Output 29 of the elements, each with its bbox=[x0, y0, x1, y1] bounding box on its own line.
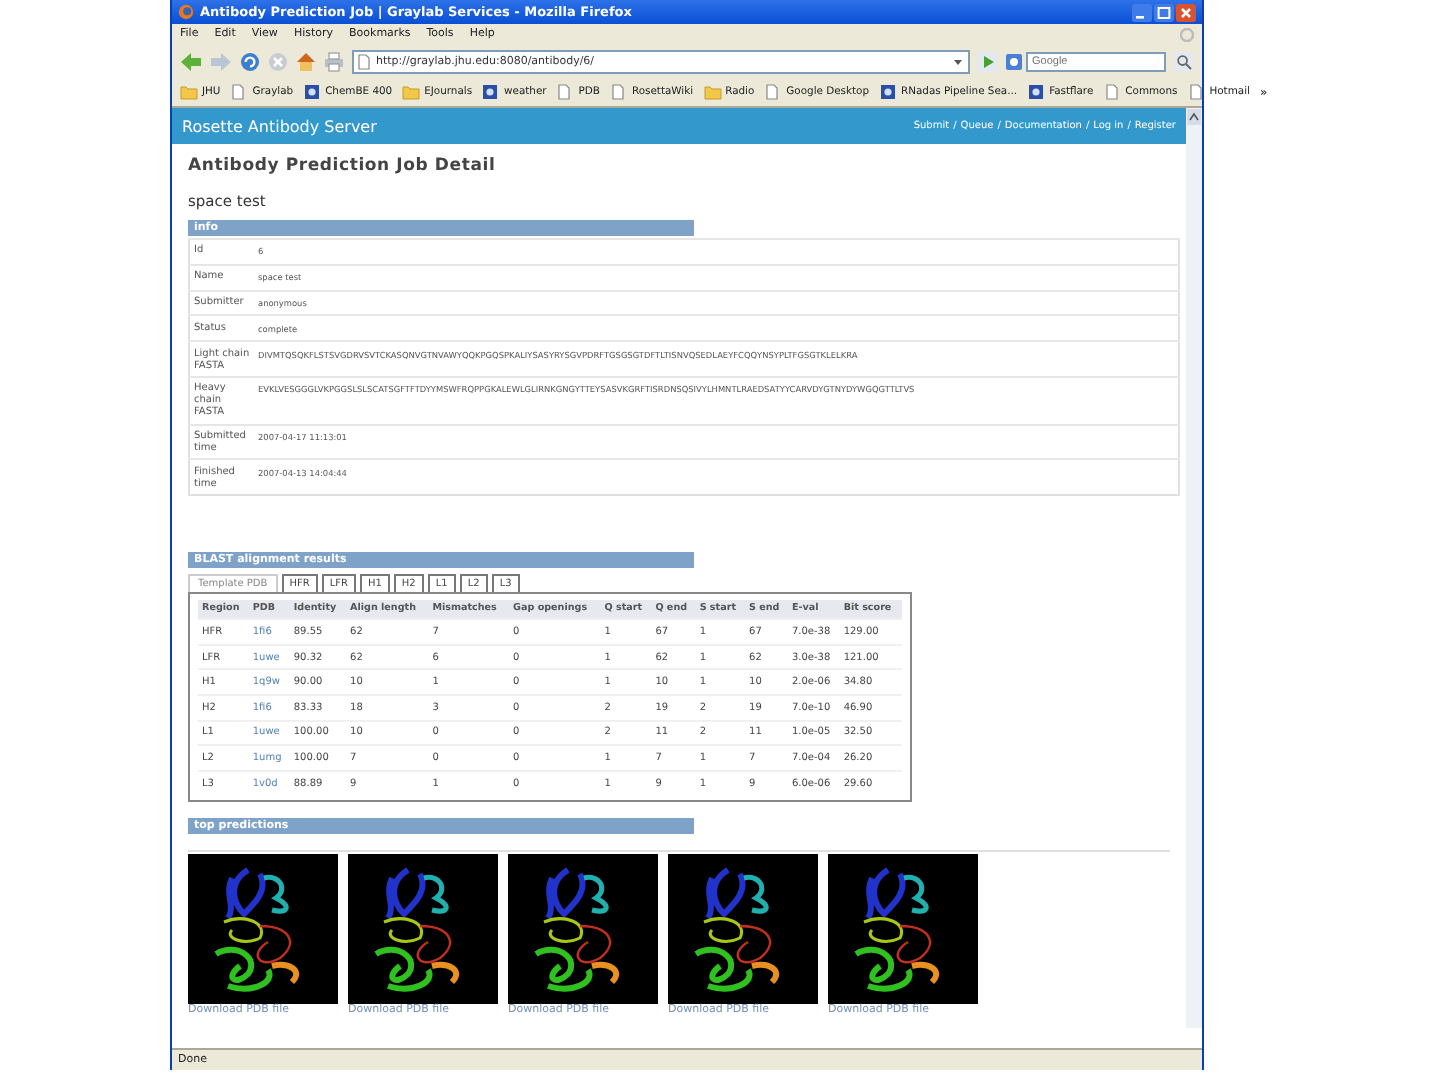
site-icon bbox=[1027, 84, 1046, 100]
page-icon bbox=[230, 84, 249, 100]
folder-icon bbox=[402, 84, 421, 100]
page-icon bbox=[1103, 84, 1122, 100]
maximize-button[interactable] bbox=[1154, 3, 1174, 21]
site-icon bbox=[879, 84, 897, 100]
site-icon bbox=[482, 84, 501, 100]
back-arrow-icon[interactable] bbox=[180, 51, 202, 71]
stop-icon[interactable] bbox=[268, 51, 288, 71]
firefox-icon bbox=[178, 4, 194, 20]
folder-icon bbox=[703, 84, 722, 100]
page-icon bbox=[1187, 84, 1206, 100]
page-icon bbox=[556, 84, 575, 100]
go-arrow-icon[interactable] bbox=[978, 51, 998, 71]
site-icon bbox=[303, 84, 322, 100]
throbber-icon bbox=[1180, 27, 1194, 41]
dropdown-icon[interactable] bbox=[952, 55, 964, 67]
google-icon bbox=[1006, 53, 1022, 69]
reload-icon[interactable] bbox=[240, 51, 260, 71]
page-icon bbox=[358, 53, 370, 69]
print-icon[interactable] bbox=[324, 51, 344, 71]
page-icon bbox=[609, 84, 628, 100]
minimize-button[interactable] bbox=[1132, 3, 1152, 21]
page-icon bbox=[764, 84, 783, 100]
folder-icon bbox=[180, 84, 198, 100]
search-icon[interactable] bbox=[1174, 51, 1194, 71]
home-icon[interactable] bbox=[296, 51, 316, 71]
close-button[interactable] bbox=[1176, 3, 1196, 21]
page-heading: Antibody Prediction Job Detail bbox=[188, 156, 498, 176]
